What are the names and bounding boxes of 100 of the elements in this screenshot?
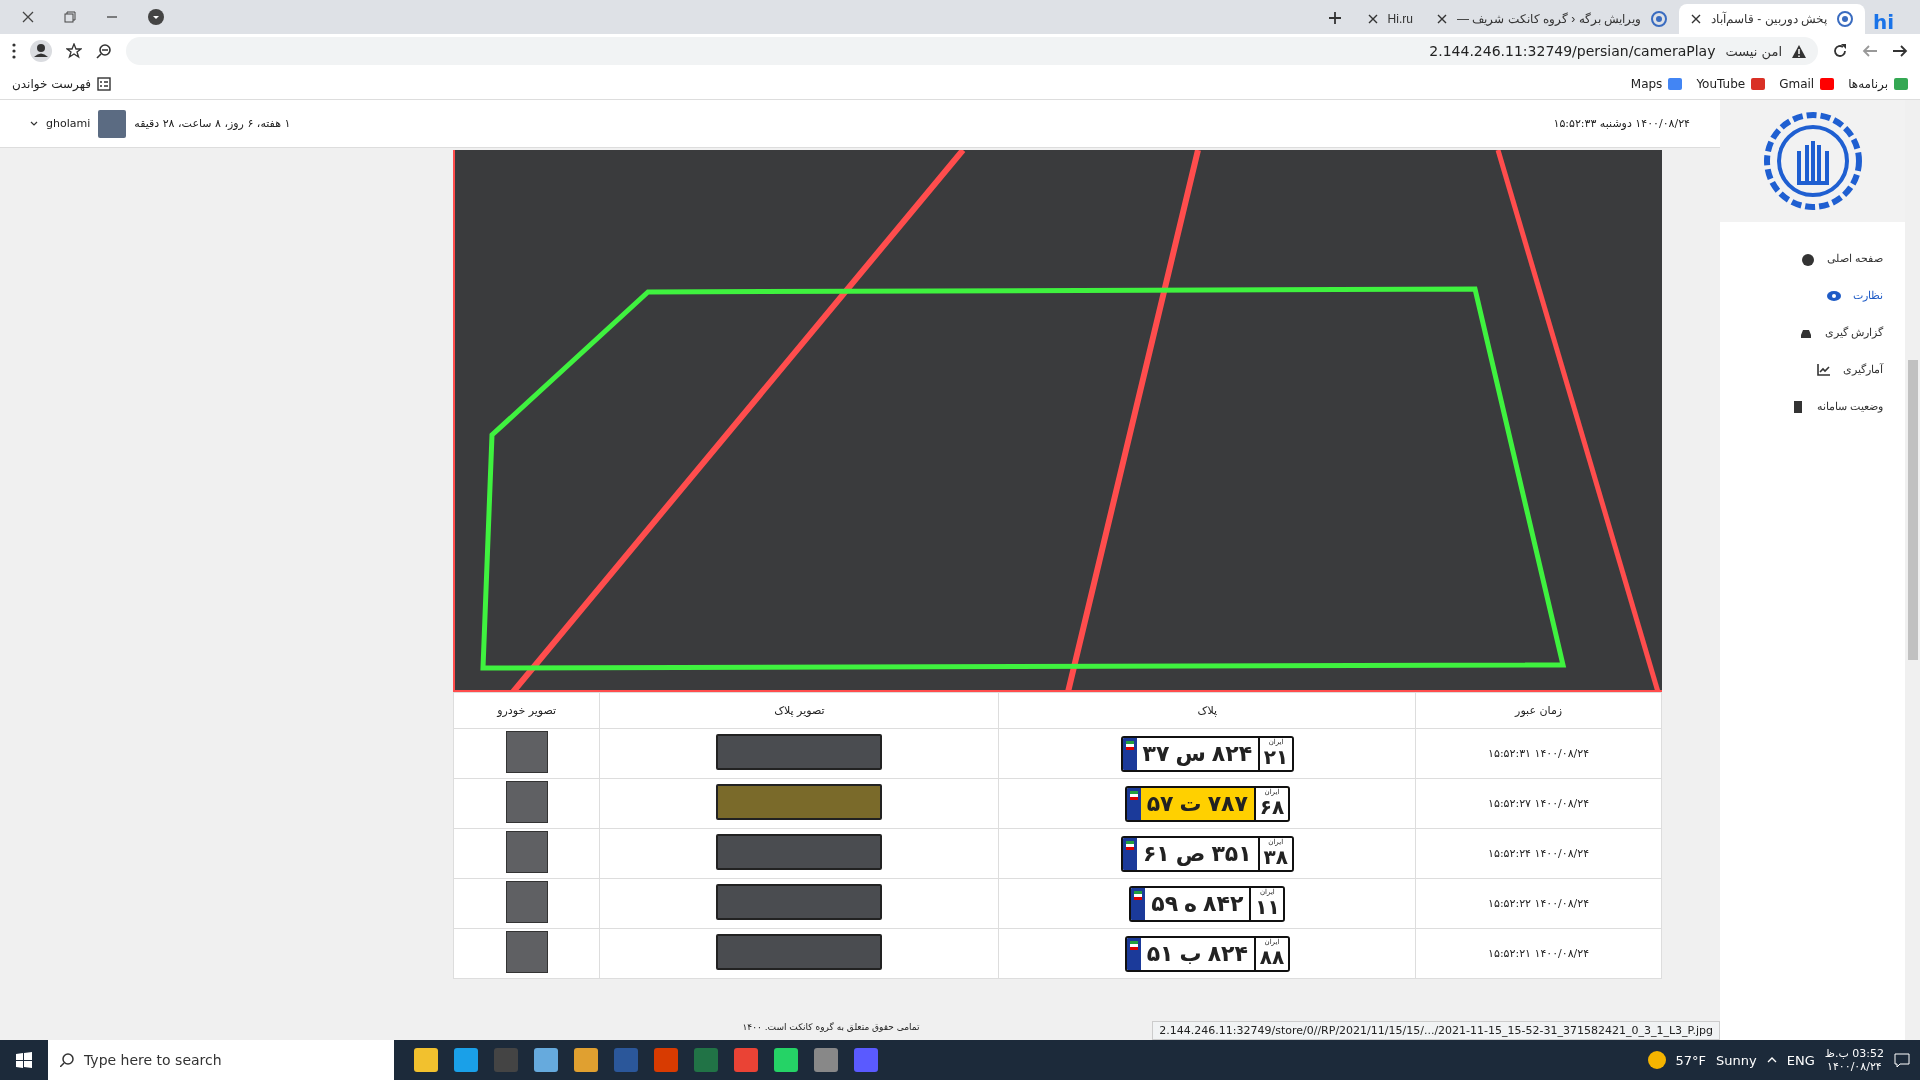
plate-serial: ۳۷ xyxy=(1142,741,1170,766)
warning-icon xyxy=(1792,44,1806,58)
plate-serial: ۵۱ xyxy=(1146,941,1174,966)
plate-region: ۱۱ xyxy=(1255,896,1280,917)
plate-digits: ۸۲۴ xyxy=(1211,741,1253,766)
time-cell: ۱۴۰۰/۰۸/۲۴ ۱۵:۵۲:۲۲ xyxy=(1415,878,1662,929)
language-indicator[interactable]: ENG xyxy=(1786,1052,1815,1068)
restore-icon[interactable] xyxy=(64,11,76,23)
sidebar-item[interactable]: گزارش گیری xyxy=(1720,314,1905,351)
windows-icon[interactable] xyxy=(16,1052,32,1068)
sidebar-item[interactable]: نظارت xyxy=(1720,277,1905,314)
car-photo-placeholder[interactable] xyxy=(505,831,548,873)
star-icon[interactable] xyxy=(66,43,82,59)
car-photo-placeholder[interactable] xyxy=(505,781,548,823)
flag-icon xyxy=(1134,890,1143,900)
flag-icon xyxy=(1125,740,1134,750)
weather-text: Sunny xyxy=(1716,1052,1757,1068)
plate-digits: ۳۵۱ xyxy=(1211,841,1252,866)
plate-letter: ت xyxy=(1179,791,1202,816)
flag-icon xyxy=(1129,790,1138,800)
browser-tab[interactable]: Hi.ru xyxy=(1355,4,1425,34)
search-icon xyxy=(60,1053,74,1067)
taskbar-search-field[interactable]: Type here to search xyxy=(48,1040,394,1080)
zoom-icon[interactable] xyxy=(96,43,112,59)
time-cell: ۱۴۰۰/۰۸/۲۴ ۱۵:۵۲:۲۱ xyxy=(1415,928,1662,979)
plate-digits: ۸۴۲ xyxy=(1203,891,1244,916)
reload-icon[interactable] xyxy=(1832,43,1848,59)
plate-region: ۳۸ xyxy=(1263,846,1288,867)
browser-tab[interactable]: پخش دوربین - قاسم‌آباد xyxy=(1678,4,1865,34)
plate-digits: ۸۲۴ xyxy=(1207,941,1248,966)
bookmark-link[interactable]: YouTube xyxy=(1696,76,1746,91)
sidebar-item[interactable]: آمارگیری xyxy=(1720,351,1905,388)
plate-letter: ص xyxy=(1175,841,1206,866)
plate-serial: ۵۷ xyxy=(1146,791,1174,816)
caret-down-icon[interactable] xyxy=(30,121,38,126)
plate-serial: ۶۱ xyxy=(1142,841,1170,866)
site-icon xyxy=(1820,77,1835,90)
bookmark-link[interactable]: برنامه‌ها xyxy=(1848,76,1888,91)
forward-icon[interactable] xyxy=(1892,44,1908,58)
tab-search-icon[interactable] xyxy=(148,9,164,25)
site-icon xyxy=(1894,77,1908,90)
plate-letter: ه xyxy=(1184,891,1198,916)
url-text: 2.144.246.11:32749/persian/cameraPlay xyxy=(1429,43,1716,59)
clock-time[interactable]: 03:52 ب.ظ xyxy=(1824,1046,1884,1060)
copyright-text: تمامی حقوق متعلق به گروه کانکت است. ۱۴۰۰ xyxy=(742,1022,920,1032)
close-tab-icon[interactable] xyxy=(1367,14,1378,24)
reading-list-link[interactable]: فهرست خواندن xyxy=(12,76,91,91)
plate-letter: ب xyxy=(1179,941,1202,966)
browser-tab[interactable]: ویرایش برگه ‹ گروه کانکت شریف — xyxy=(1424,4,1679,34)
user-name[interactable]: gholami xyxy=(46,117,91,130)
chevron-up-icon[interactable] xyxy=(1766,1057,1777,1063)
time-cell: ۱۴۰۰/۰۸/۲۴ ۱۵:۵۲:۲۷ xyxy=(1415,778,1662,829)
eye-icon xyxy=(1827,288,1841,303)
list-icon xyxy=(96,76,111,91)
new-tab-icon[interactable] xyxy=(1327,11,1342,25)
date-time: ۱۴۰۰/۰۸/۲۴ دوشنبه ۱۵:۵۲:۳۳ xyxy=(1553,117,1690,130)
scrollbar-thumb[interactable] xyxy=(1907,360,1918,660)
bookmark-link[interactable]: Gmail xyxy=(1779,76,1815,91)
plate-region: ۶۸ xyxy=(1259,796,1285,817)
status-url: 2.144.246.11:32749/store/0//RP/2021/11/15/15/.../2021-11-15_15-52-31_371582421_0_3_1_L3_P.jpg xyxy=(1152,1021,1720,1040)
plate-serial: ۵۹ xyxy=(1151,891,1179,916)
back-icon[interactable] xyxy=(1862,44,1878,58)
close-icon[interactable] xyxy=(22,11,34,23)
plate-region: ۸۸ xyxy=(1259,946,1285,967)
sun-icon xyxy=(1647,1051,1666,1069)
flag-icon xyxy=(1125,840,1134,850)
profile-icon[interactable] xyxy=(30,40,52,62)
temperature: 57°F xyxy=(1675,1052,1707,1068)
close-tab-icon[interactable] xyxy=(1436,14,1447,24)
site-icon xyxy=(1668,77,1683,90)
avatar xyxy=(98,109,127,138)
time-cell: ۱۴۰۰/۰۸/۲۴ ۱۵:۵۲:۲۴ xyxy=(1415,828,1662,879)
site-icon xyxy=(1751,77,1766,90)
site-icon xyxy=(1836,11,1853,27)
clock-date[interactable]: ۱۴۰۰/۰۸/۲۴ xyxy=(1827,1060,1882,1074)
sidebar-item[interactable]: صفحه اصلی xyxy=(1720,240,1905,277)
chart-icon xyxy=(1817,362,1831,377)
time-cell: ۱۴۰۰/۰۸/۲۴ ۱۵:۵۲:۳۱ xyxy=(1415,728,1662,779)
column-header: پلاک xyxy=(998,692,1416,729)
bookmark-link[interactable]: Maps xyxy=(1630,76,1663,91)
column-header: تصویر خودرو xyxy=(453,692,600,729)
close-tab-icon[interactable] xyxy=(1690,14,1701,24)
notification-icon[interactable] xyxy=(1894,1052,1910,1068)
column-header: زمان عبور xyxy=(1415,692,1662,729)
column-header: تصویر پلاک xyxy=(599,692,999,729)
menu-icon[interactable] xyxy=(12,43,16,59)
car-photo-placeholder[interactable] xyxy=(505,881,548,923)
sidebar-item[interactable]: وضعیت سامانه xyxy=(1720,388,1905,425)
car-photo-placeholder[interactable] xyxy=(505,931,548,973)
flag-icon xyxy=(1129,940,1138,950)
session-duration: ۱ هفته، ۶ روز، ۸ ساعت، ۲۸ دقیقه xyxy=(134,117,291,130)
plate-digits: ۷۸۷ xyxy=(1207,791,1248,816)
security-status[interactable]: امن نیست xyxy=(1725,43,1782,59)
plate-photo-placeholder[interactable] xyxy=(716,784,883,820)
browser-logo: hi xyxy=(1871,10,1895,34)
plate-region: ۲۱ xyxy=(1263,746,1289,767)
car-photo-placeholder[interactable] xyxy=(505,731,548,773)
plate-letter: س xyxy=(1175,741,1206,766)
university-logo[interactable] xyxy=(1762,111,1863,211)
site-icon xyxy=(1650,11,1667,27)
